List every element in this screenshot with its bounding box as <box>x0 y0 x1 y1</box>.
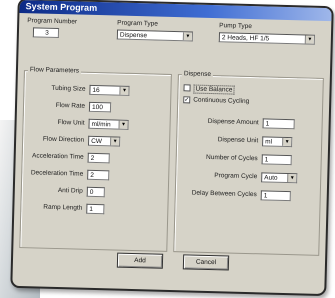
pump-type-label: Pump Type <box>219 22 253 31</box>
program-type-select[interactable]: Dispense ▼ <box>116 29 194 42</box>
chevron-down-icon[interactable]: ▼ <box>282 137 292 147</box>
flow-unit-value: ml/min <box>91 120 111 129</box>
program-cycle-select[interactable]: Auto ▼ <box>261 172 298 184</box>
deceleration-time-field[interactable]: 2 <box>87 169 110 181</box>
flow-direction-value: CW <box>91 137 103 146</box>
dispense-title: Dispense <box>181 70 214 79</box>
program-type-value: Dispense <box>119 31 148 40</box>
chevron-down-icon[interactable]: ▼ <box>110 137 120 146</box>
flow-rate-field[interactable]: 100 <box>88 101 112 113</box>
dispense-unit-select[interactable]: ml ▼ <box>262 136 293 148</box>
program-cycle-value: Auto <box>264 174 278 182</box>
add-button[interactable]: Add <box>116 252 164 269</box>
pump-type-value: 2 Heads, HF 1/5 <box>221 34 270 43</box>
ramp-length-field[interactable]: 1 <box>86 203 105 215</box>
system-program-window: System Program Program Number 3 Program … <box>10 0 334 297</box>
tubing-size-select[interactable]: 16 ▼ <box>89 84 130 96</box>
pump-type-select[interactable]: 2 Heads, HF 1/5 ▼ <box>218 32 315 45</box>
program-number-label: Program Number <box>27 17 78 26</box>
continuous-cycling-label[interactable]: Continuous Cycling <box>193 97 249 105</box>
chevron-down-icon[interactable]: ▼ <box>182 32 193 41</box>
program-number-field[interactable]: 3 <box>32 27 60 38</box>
flow-direction-select[interactable]: CW ▼ <box>88 135 121 147</box>
acceleration-time-field[interactable]: 2 <box>87 152 110 164</box>
cancel-button[interactable]: Cancel <box>182 254 230 271</box>
anti-drip-field[interactable]: 0 <box>86 186 105 198</box>
dispense-unit-value: ml <box>265 138 273 146</box>
flow-unit-select[interactable]: ml/min ▼ <box>88 118 129 130</box>
chevron-down-icon[interactable]: ▼ <box>119 86 129 95</box>
use-balance-label[interactable]: Use Balance <box>193 84 235 95</box>
flow-parameters-title: Flow Parameters <box>27 66 82 75</box>
program-type-label: Program Type <box>117 19 159 28</box>
dispense-amount-field[interactable]: 1 <box>262 118 295 130</box>
number-of-cycles-field[interactable]: 1 <box>261 154 292 166</box>
window-title: System Program <box>25 1 98 13</box>
chevron-down-icon[interactable]: ▼ <box>118 120 128 129</box>
delay-between-cycles-field[interactable]: 1 <box>260 190 291 202</box>
use-balance-checkbox[interactable] <box>183 84 191 92</box>
continuous-cycling-checkbox[interactable]: ✓ <box>183 96 191 104</box>
tubing-size-value: 16 <box>92 86 100 95</box>
chevron-down-icon[interactable]: ▼ <box>287 174 297 183</box>
chevron-down-icon[interactable]: ▼ <box>304 35 314 44</box>
